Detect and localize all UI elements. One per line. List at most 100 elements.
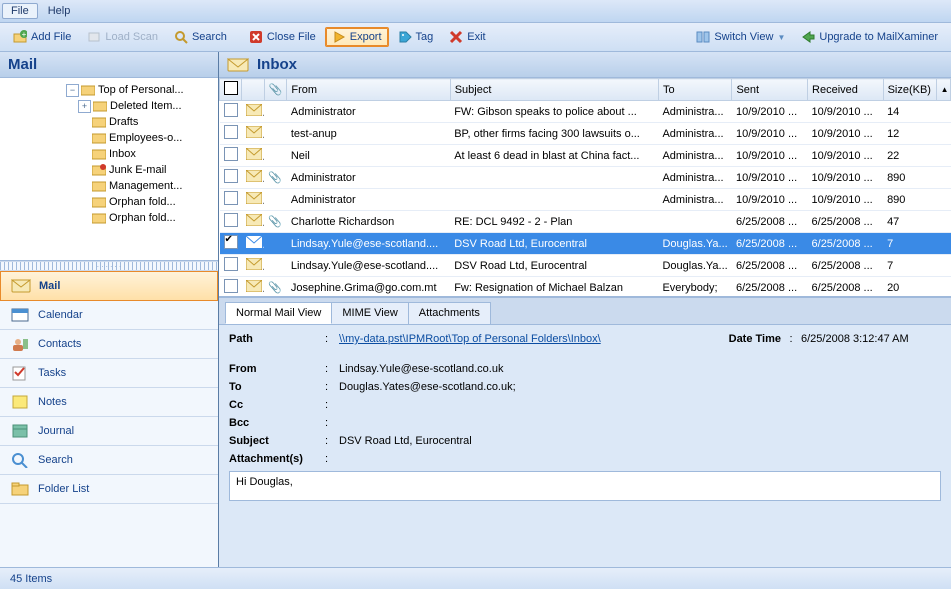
table-row[interactable]: Lindsay.Yule@ese-scotland....DSV Road Lt… <box>220 233 951 255</box>
from-value: Lindsay.Yule@ese-scotland.co.uk <box>339 363 941 375</box>
tree-item[interactable]: Drafts <box>0 114 218 130</box>
cell-sent: 6/25/2008 ... <box>732 277 808 298</box>
close-file-button[interactable]: Close File <box>242 27 323 47</box>
nav-calendar[interactable]: Calendar <box>0 301 218 330</box>
nav-label: Notes <box>38 396 67 408</box>
search-button[interactable]: Search <box>167 27 234 47</box>
row-checkbox[interactable] <box>224 125 238 139</box>
tree-item[interactable]: Orphan fold... <box>0 194 218 210</box>
splitter-grip[interactable]: . . . . . . <box>0 261 218 271</box>
tree-item[interactable]: Employees-o... <box>0 130 218 146</box>
nav-notes[interactable]: Notes <box>0 388 218 417</box>
tree-item[interactable]: Inbox <box>0 146 218 162</box>
cell-received: 10/9/2010 ... <box>808 123 884 145</box>
col-check[interactable] <box>220 79 242 101</box>
cell-subject: DSV Road Ltd, Eurocentral <box>450 255 658 277</box>
nav-contacts[interactable]: Contacts <box>0 330 218 359</box>
tag-button[interactable]: Tag <box>391 27 441 47</box>
search-icon <box>174 30 188 44</box>
tab-attachments[interactable]: Attachments <box>408 302 491 324</box>
export-button[interactable]: Export <box>325 27 389 47</box>
table-row[interactable]: test-anupBP, other firms facing 300 laws… <box>220 123 951 145</box>
table-row[interactable]: 📎AdministratorAdministra...10/9/2010 ...… <box>220 167 951 189</box>
add-file-button[interactable]: +Add File <box>6 27 78 47</box>
tree-item[interactable]: Orphan fold...▼ <box>0 210 218 226</box>
tree-item-label: Drafts <box>109 116 138 128</box>
col-attach[interactable]: 📎 <box>264 79 286 101</box>
calendar-icon <box>10 307 30 323</box>
message-body[interactable]: Hi Douglas, <box>229 471 941 501</box>
folder-icon <box>92 116 106 128</box>
tree-root[interactable]: −Top of Personal...▲ <box>0 82 218 98</box>
folder-tree[interactable]: −Top of Personal...▲ +Deleted Item... Dr… <box>0 78 218 261</box>
from-label: From <box>229 363 325 375</box>
row-checkbox[interactable] <box>224 169 238 183</box>
switch-view-button[interactable]: Switch View ▼ <box>689 27 792 47</box>
checkbox-icon[interactable] <box>224 81 238 95</box>
col-from[interactable]: From <box>287 79 450 101</box>
row-checkbox[interactable] <box>224 235 238 249</box>
tree-item[interactable]: Junk E-mail <box>0 162 218 178</box>
nav-list: MailCalendarContactsTasks Notes JournalSea… <box>0 271 218 567</box>
journal-icon <box>10 423 30 439</box>
row-checkbox[interactable] <box>224 147 238 161</box>
table-row[interactable]: Lindsay.Yule@ese-scotland....DSV Road Lt… <box>220 255 951 277</box>
cell-from: Administrator <box>287 101 450 123</box>
table-row[interactable]: AdministratorFW: Gibson speaks to police… <box>220 101 951 123</box>
tree-root-label: Top of Personal... <box>98 84 184 96</box>
tree-item[interactable]: Management... <box>0 178 218 194</box>
upgrade-button[interactable]: Upgrade to MailXaminer <box>794 27 945 47</box>
svg-text:+: + <box>22 30 27 39</box>
exit-button[interactable]: Exit <box>442 27 492 47</box>
expand-icon[interactable]: + <box>78 100 91 113</box>
table-row[interactable]: 📎Josephine.Grima@go.com.mtFw: Resignatio… <box>220 277 951 298</box>
row-checkbox[interactable] <box>224 279 238 293</box>
path-link[interactable]: \\my-data.pst\IPMRoot\Top of Personal Fo… <box>339 333 601 345</box>
cell-sent: 10/9/2010 ... <box>732 101 808 123</box>
tree-item[interactable]: +Deleted Item... <box>0 98 218 114</box>
load-scan-label: Load Scan <box>105 31 158 43</box>
col-received[interactable]: Received <box>808 79 884 101</box>
cell-to: Administra... <box>658 123 732 145</box>
attachment-icon: 📎 <box>268 216 282 228</box>
col-to[interactable]: To <box>658 79 732 101</box>
tab-mime-view[interactable]: MIME View <box>331 302 408 324</box>
col-size[interactable]: Size(KB) <box>883 79 936 101</box>
datetime-value: 6/25/2008 3:12:47 AM <box>801 333 941 345</box>
cell-size: 12 <box>883 123 936 145</box>
preview-pane: Normal Mail View MIME View Attachments P… <box>219 297 951 567</box>
nav-tasks[interactable]: Tasks <box>0 359 218 388</box>
search-label: Search <box>192 31 227 43</box>
export-icon <box>332 30 346 44</box>
table-row[interactable]: 📎Charlotte Richardson RE: DCL 9492 - 2 -… <box>220 211 951 233</box>
cell-received: 10/9/2010 ... <box>808 189 884 211</box>
load-scan-button[interactable]: Load Scan <box>80 27 165 47</box>
scroll-up[interactable]: ▲ <box>936 79 950 101</box>
exit-label: Exit <box>467 31 485 43</box>
cell-to: Administra... <box>658 189 732 211</box>
cell-size: 7 <box>883 255 936 277</box>
row-checkbox[interactable] <box>224 213 238 227</box>
menu-help[interactable]: Help <box>38 3 81 19</box>
menu-file[interactable]: File <box>2 3 38 19</box>
col-read[interactable] <box>242 79 264 101</box>
cell-size: 7 <box>883 233 936 255</box>
table-row[interactable]: AdministratorAdministra...10/9/2010 ...1… <box>220 189 951 211</box>
row-checkbox[interactable] <box>224 191 238 205</box>
nav-search[interactable]: Search <box>0 446 218 475</box>
table-row[interactable]: NeilAt least 6 dead in blast at China fa… <box>220 145 951 167</box>
nav-mail[interactable]: Mail <box>0 271 218 301</box>
collapse-icon[interactable]: − <box>66 84 79 97</box>
cell-size: 20 <box>883 277 936 298</box>
nav-folderlist[interactable]: Folder List <box>0 475 218 504</box>
row-checkbox[interactable] <box>224 257 238 271</box>
col-sent[interactable]: Sent <box>732 79 808 101</box>
cell-to: Douglas.Ya... <box>658 233 732 255</box>
col-subject[interactable]: Subject <box>450 79 658 101</box>
bcc-label: Bcc <box>229 417 325 429</box>
tab-normal-view[interactable]: Normal Mail View <box>225 302 332 324</box>
cell-sent: 6/25/2008 ... <box>732 255 808 277</box>
nav-journal[interactable]: Journal <box>0 417 218 446</box>
message-grid[interactable]: 📎 From Subject To Sent Received Size(KB)… <box>219 78 951 297</box>
row-checkbox[interactable] <box>224 103 238 117</box>
